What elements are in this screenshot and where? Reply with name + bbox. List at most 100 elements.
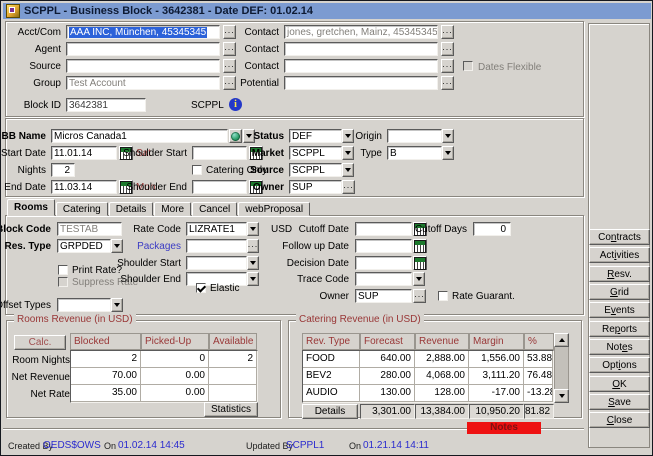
owner-lov-button[interactable]: ...	[342, 180, 355, 194]
ok-button[interactable]: OK	[589, 376, 650, 392]
elastic-checkbox[interactable]	[196, 283, 206, 293]
rate-guarant-checkbox[interactable]	[438, 291, 448, 301]
created-by-value: OEDS$OWS	[43, 440, 101, 451]
rooms-cell	[209, 385, 257, 402]
calendar-icon	[414, 257, 426, 270]
block-source-field[interactable]: SCPPL	[289, 163, 342, 177]
contact-agent-lov-button[interactable]: ...	[441, 42, 454, 56]
tab-rooms[interactable]: Rooms	[7, 199, 55, 216]
tab-more[interactable]: More	[154, 202, 191, 216]
nights-field[interactable]: 2	[51, 163, 75, 177]
block-code-field[interactable]: TESTAB	[57, 222, 122, 236]
tab-details[interactable]: Details	[109, 202, 154, 216]
res-type-field[interactable]: GRPDED	[57, 239, 111, 253]
trace-code-dropdown-button[interactable]	[413, 272, 425, 286]
contact-acct-lov-button[interactable]: ...	[441, 25, 454, 39]
save-button[interactable]: Save	[589, 394, 650, 410]
source-field[interactable]	[66, 59, 220, 73]
scroll-up-button[interactable]	[554, 333, 569, 347]
agent-field[interactable]	[66, 42, 220, 56]
tab-webproposal[interactable]: webProposal	[238, 202, 310, 216]
contact-acct-field[interactable]: jones, gretchen, Mainz, 45345345	[284, 25, 438, 39]
offset-types-dropdown-button[interactable]	[111, 298, 123, 312]
cutoff-days-field[interactable]: 0	[473, 222, 511, 236]
net-revenue-row-label: Net Revenue	[12, 371, 70, 384]
agent-lov-button[interactable]: ...	[223, 42, 236, 56]
end-date-label: End Date	[4, 181, 46, 194]
packages-lov-button[interactable]: ...	[247, 239, 259, 253]
type-dropdown-button[interactable]	[442, 146, 454, 160]
dropdown-arrow-icon	[345, 168, 351, 172]
type-field[interactable]: B	[387, 146, 442, 160]
status-field[interactable]: DEF	[289, 129, 342, 143]
contact-source-field[interactable]	[284, 59, 438, 73]
source-lov-button[interactable]: ...	[223, 59, 236, 73]
tab-shoulder-end-dropdown-button[interactable]	[247, 272, 259, 286]
rooms-cell	[209, 368, 257, 385]
bb-name-field[interactable]: Micros Canada1	[51, 129, 228, 143]
statistics-button[interactable]: Statistics	[204, 402, 258, 417]
status-dropdown-button[interactable]	[342, 129, 354, 143]
acct-com-lov-button[interactable]: ...	[223, 25, 236, 39]
events-button[interactable]: Events	[589, 302, 650, 318]
scroll-down-button[interactable]	[554, 389, 569, 403]
follow-up-date-calendar-button[interactable]	[413, 239, 427, 253]
tab-owner-field[interactable]: SUP	[355, 289, 412, 303]
reports-button[interactable]: Reports	[589, 321, 650, 337]
globe-icon	[231, 132, 240, 141]
print-rate-checkbox[interactable]	[58, 265, 68, 275]
bb-name-globe-button[interactable]	[229, 129, 242, 143]
start-date-field[interactable]: 11.01.14	[51, 146, 117, 160]
dropdown-arrow-icon	[250, 261, 256, 265]
info-icon[interactable]: i	[229, 98, 242, 111]
tab-cancel[interactable]: Cancel	[192, 202, 237, 216]
rooms-cell: 2	[209, 351, 257, 368]
window-title: SCPPL - Business Block - 3642381 - Date …	[24, 5, 313, 17]
acct-com-field[interactable]: AAA INC, München, 45345345	[66, 25, 220, 39]
block-source-dropdown-button[interactable]	[342, 163, 354, 177]
block-id-label: Block ID	[24, 99, 61, 112]
close-button[interactable]: Close	[589, 412, 650, 428]
potential-field[interactable]	[284, 76, 438, 90]
origin-dropdown-button[interactable]	[442, 129, 454, 143]
shoulder-end-field[interactable]	[192, 180, 247, 194]
rate-code-field[interactable]: LIZRATE1	[186, 222, 247, 236]
decision-date-calendar-button[interactable]	[413, 256, 427, 270]
grid-button[interactable]: Grid	[589, 284, 650, 300]
tab-shoulder-start-field[interactable]	[186, 256, 247, 270]
follow-up-date-field[interactable]	[355, 239, 412, 253]
packages-link[interactable]: Packages	[137, 240, 181, 253]
tab-owner-lov-button[interactable]: ...	[413, 289, 426, 303]
owner-field[interactable]: SUP	[289, 180, 342, 194]
bb-name-label: BB Name	[2, 130, 46, 143]
res-type-dropdown-button[interactable]	[111, 239, 123, 253]
options-button[interactable]: Options	[589, 357, 650, 373]
decision-date-field[interactable]	[355, 256, 412, 270]
catering-only-checkbox[interactable]	[192, 165, 202, 175]
packages-field[interactable]	[186, 239, 247, 253]
offset-types-field[interactable]	[57, 298, 111, 312]
follow-up-date-label: Follow up Date	[282, 240, 349, 253]
tab-catering[interactable]: Catering	[56, 202, 108, 216]
group-lov-button[interactable]: ...	[223, 76, 236, 90]
cutoff-date-field[interactable]	[355, 222, 412, 236]
decision-date-label: Decision Date	[287, 257, 349, 270]
rate-code-dropdown-button[interactable]	[247, 222, 259, 236]
contracts-button[interactable]: Contracts	[589, 229, 650, 245]
rooms-revenue-title: Rooms Revenue (in USD)	[14, 314, 136, 325]
contact-source-lov-button[interactable]: ...	[441, 59, 454, 73]
potential-lov-button[interactable]: ...	[441, 76, 454, 90]
activities-button[interactable]: Activities	[589, 247, 650, 263]
end-date-field[interactable]: 11.03.14	[51, 180, 117, 194]
details-button[interactable]: Details	[302, 404, 358, 419]
notes-button[interactable]: Notes	[589, 339, 650, 355]
group-field[interactable]: Test Account	[66, 76, 220, 90]
resv-button[interactable]: Resv.	[589, 266, 650, 282]
market-field[interactable]: SCPPL	[289, 146, 342, 160]
market-dropdown-button[interactable]	[342, 146, 354, 160]
origin-field[interactable]	[387, 129, 442, 143]
trace-code-field[interactable]	[355, 272, 412, 286]
contact-agent-field[interactable]	[284, 42, 438, 56]
tab-shoulder-start-dropdown-button[interactable]	[247, 256, 259, 270]
shoulder-start-field[interactable]	[192, 146, 247, 160]
